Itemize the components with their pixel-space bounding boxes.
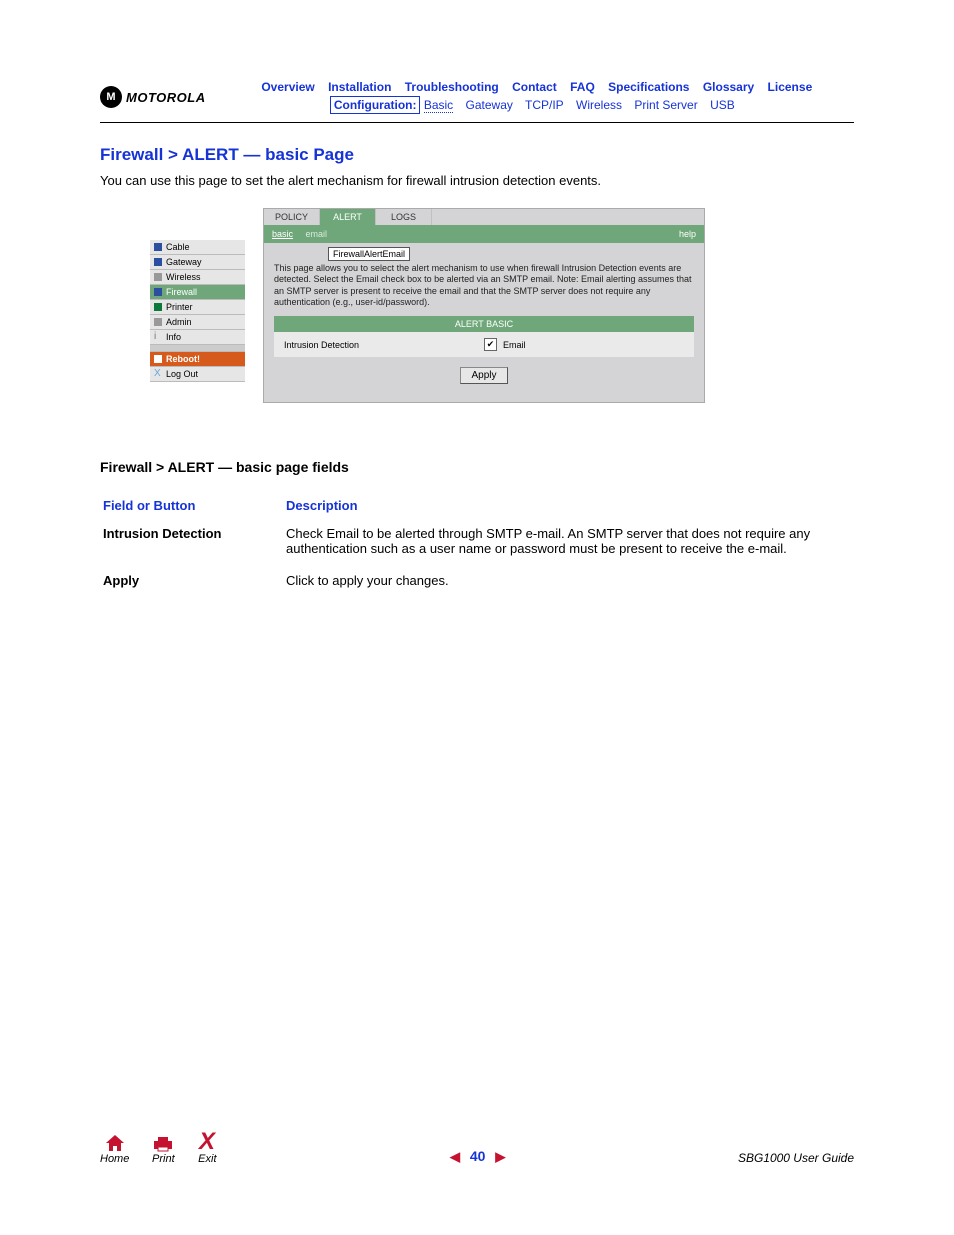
config-nav: Configuration: Basic Gateway TCP/IP Wire…: [220, 98, 854, 112]
nav-specifications[interactable]: Specifications: [608, 80, 689, 94]
guide-title: SBG1000 User Guide: [738, 1151, 854, 1165]
footer-exit-button[interactable]: X Exit: [197, 1131, 217, 1165]
fields-col-field: Field or Button: [102, 497, 283, 523]
subtab-email[interactable]: email: [306, 229, 328, 239]
fields-col-desc: Description: [285, 497, 852, 523]
sidebar-admin[interactable]: Admin: [150, 315, 245, 330]
prev-page-arrow[interactable]: ◀: [450, 1149, 460, 1164]
tab-policy[interactable]: POLICY: [264, 209, 320, 225]
sidebar-printer[interactable]: Printer: [150, 300, 245, 315]
sidebar-cable[interactable]: Cable: [150, 240, 245, 255]
config-usb[interactable]: USB: [710, 98, 735, 112]
page-intro: You can use this page to set the alert m…: [100, 173, 854, 188]
config-gateway[interactable]: Gateway: [466, 98, 513, 112]
desc-intrusion: Check Email to be alerted through SMTP e…: [285, 525, 852, 570]
fields-section-title: Firewall > ALERT — basic page fields: [100, 459, 854, 475]
nav-contact[interactable]: Contact: [512, 80, 557, 94]
help-link[interactable]: help: [679, 229, 696, 239]
nav-overview[interactable]: Overview: [261, 80, 314, 94]
sidebar-wireless[interactable]: Wireless: [150, 270, 245, 285]
next-page-arrow[interactable]: ▶: [495, 1149, 505, 1164]
field-intrusion: Intrusion Detection: [102, 525, 283, 570]
panel-title-box: FirewallAlertEmail: [328, 247, 410, 261]
top-nav: Overview Installation Troubleshooting Co…: [220, 80, 854, 94]
exit-icon: X: [197, 1131, 217, 1153]
panel-description: This page allows you to select the alert…: [264, 263, 704, 316]
brand-name: MOTOROLA: [126, 90, 206, 105]
sidebar-reboot[interactable]: ⟳Reboot!: [150, 352, 245, 367]
fields-table: Field or Button Description Intrusion De…: [100, 495, 854, 604]
embedded-main-panel: POLICY ALERT LOGS basic email help Firew…: [263, 208, 705, 403]
motorola-batwing-icon: M: [100, 86, 122, 108]
footer-home-button[interactable]: Home: [100, 1133, 129, 1165]
apply-button[interactable]: Apply: [460, 367, 508, 384]
nav-installation[interactable]: Installation: [328, 80, 391, 94]
email-checkbox-label: Email: [503, 340, 526, 350]
sidebar-info[interactable]: iInfo: [150, 330, 245, 345]
desc-apply: Click to apply your changes.: [285, 572, 852, 602]
field-apply: Apply: [102, 572, 283, 602]
print-icon: [151, 1133, 175, 1153]
row-label-intrusion: Intrusion Detection: [284, 340, 484, 350]
nav-faq[interactable]: FAQ: [570, 80, 595, 94]
page-indicator: ◀ 40 ▶: [217, 1148, 738, 1165]
nav-license[interactable]: License: [768, 80, 813, 94]
config-basic[interactable]: Basic: [424, 98, 453, 113]
email-checkbox[interactable]: ✔: [484, 338, 497, 351]
config-tcpip[interactable]: TCP/IP: [525, 98, 564, 112]
nav-troubleshooting[interactable]: Troubleshooting: [405, 80, 499, 94]
config-printserver[interactable]: Print Server: [634, 98, 697, 112]
header-divider: [100, 122, 854, 123]
page-number: 40: [470, 1148, 486, 1164]
footer-print-button[interactable]: Print: [151, 1133, 175, 1165]
sidebar-firewall[interactable]: Firewall: [150, 285, 245, 300]
nav-glossary[interactable]: Glossary: [703, 80, 754, 94]
tab-alert[interactable]: ALERT: [320, 209, 376, 225]
tab-logs[interactable]: LOGS: [376, 209, 432, 225]
sidebar-logout[interactable]: XLog Out: [150, 367, 245, 382]
sidebar-gateway[interactable]: Gateway: [150, 255, 245, 270]
subtab-basic[interactable]: basic: [272, 229, 293, 239]
embedded-screenshot: Cable Gateway Wireless Firewall Printer …: [150, 208, 854, 403]
brand-logo: M MOTOROLA: [100, 86, 206, 108]
home-icon: [104, 1133, 126, 1153]
embedded-sidebar: Cable Gateway Wireless Firewall Printer …: [150, 240, 245, 382]
page-title: Firewall > ALERT — basic Page: [100, 145, 854, 165]
alert-basic-heading: ALERT BASIC: [274, 316, 694, 332]
config-wireless[interactable]: Wireless: [576, 98, 622, 112]
svg-text:X: X: [197, 1131, 217, 1153]
config-label: Configuration:: [330, 96, 421, 114]
